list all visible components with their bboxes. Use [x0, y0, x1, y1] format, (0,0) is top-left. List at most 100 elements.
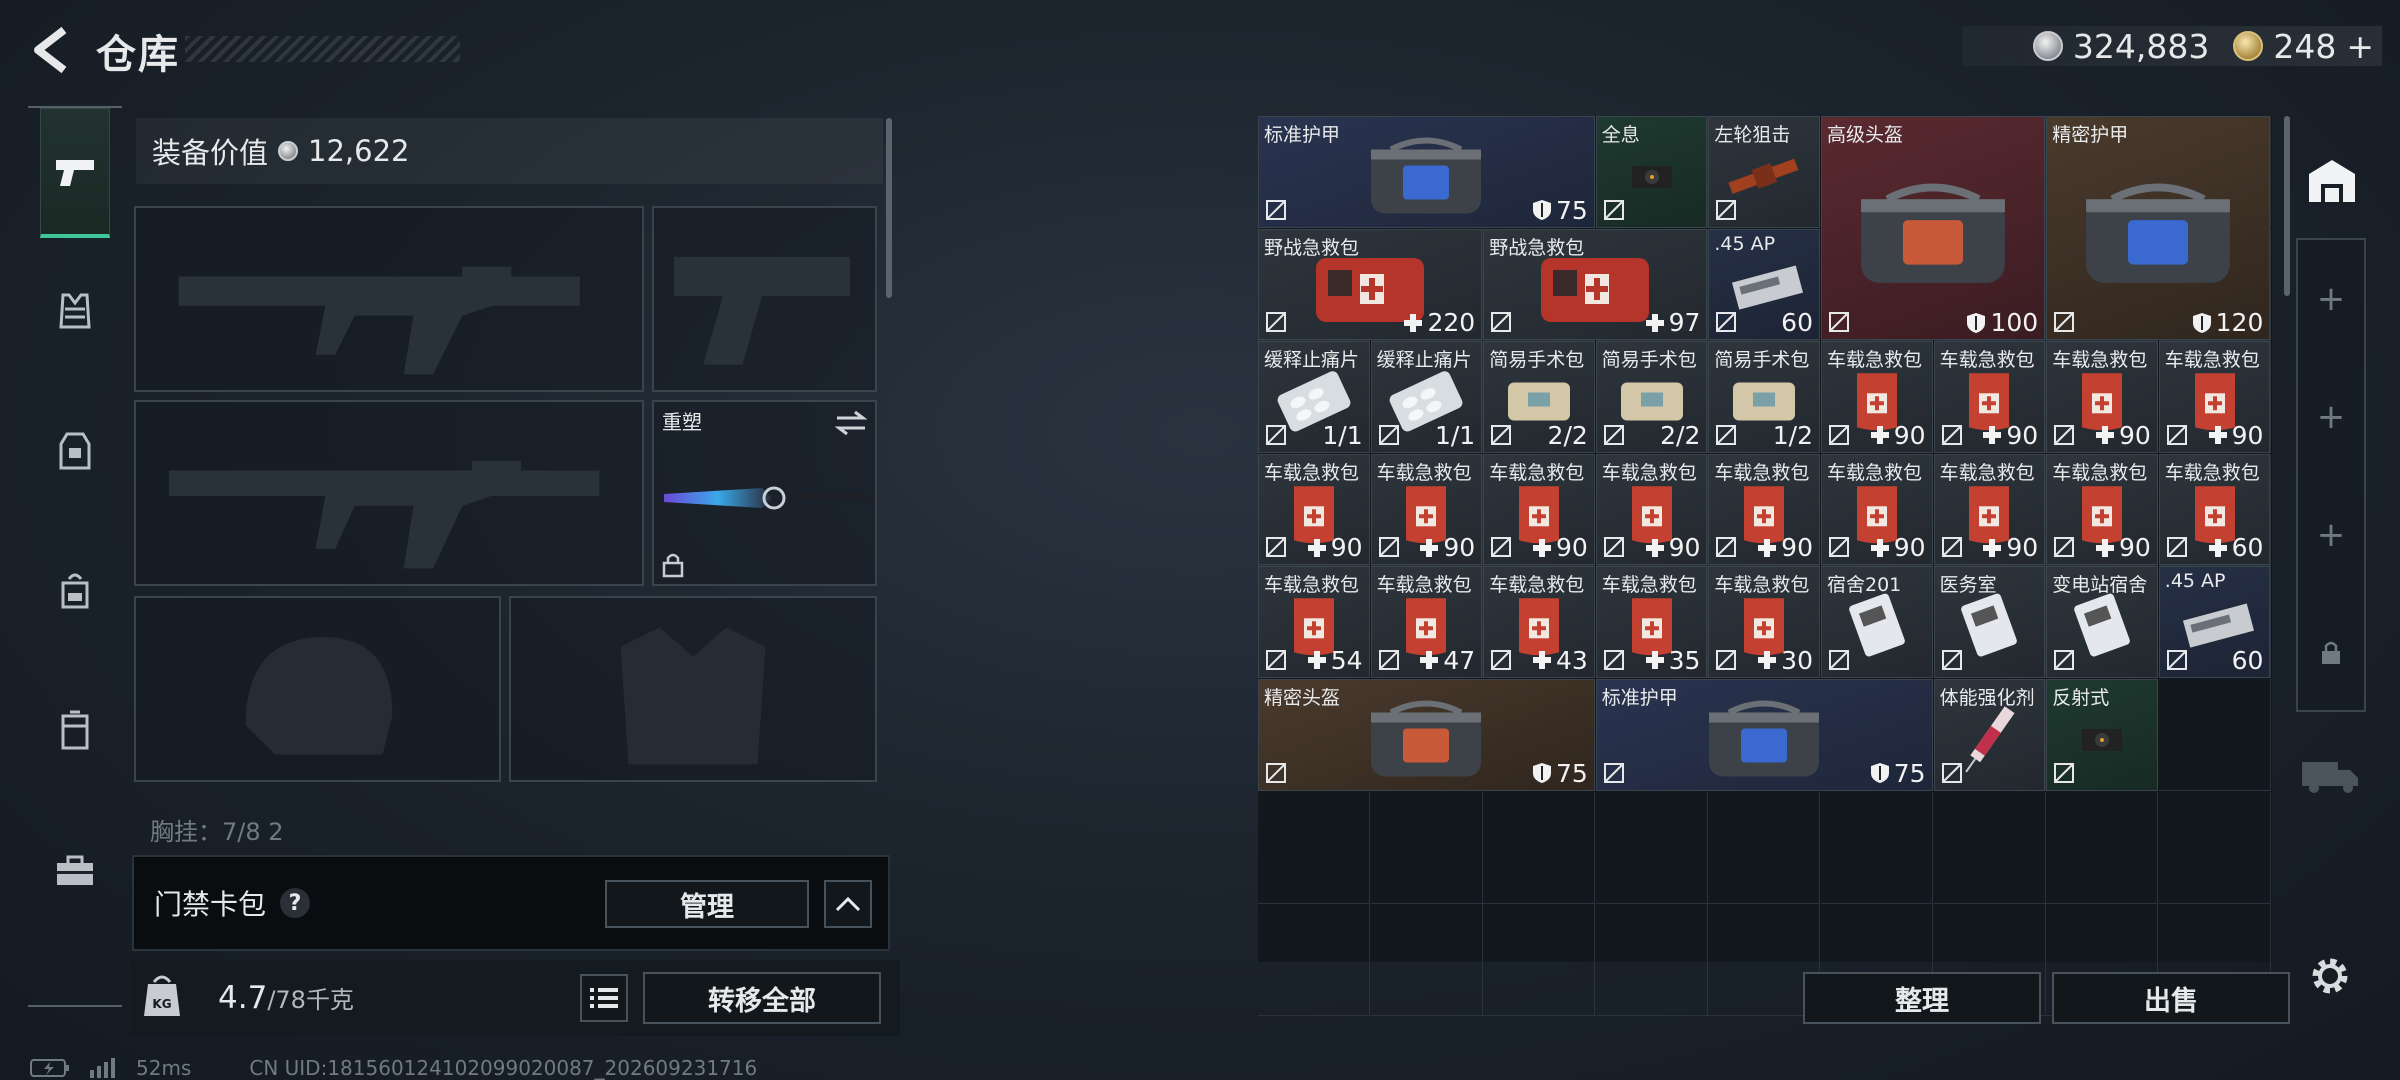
inventory-item[interactable]: 变电站宿舍 [2046, 566, 2158, 678]
grid-cell[interactable] [1933, 791, 2046, 904]
help-icon[interactable]: ? [280, 888, 311, 918]
inventory-item[interactable]: 车载急救包 90 [2046, 453, 2158, 566]
storage-home-button[interactable] [2296, 136, 2368, 226]
marked-flag-icon [1490, 536, 1512, 558]
inventory-item[interactable]: 左轮狙击 [1708, 116, 1820, 228]
grid-cell[interactable] [2046, 791, 2159, 904]
inventory-item[interactable]: 车载急救包 90 [1258, 453, 1370, 566]
inventory-item[interactable]: 车载急救包 90 [1708, 453, 1820, 566]
swap-icon[interactable] [835, 410, 867, 436]
inventory-item[interactable]: 车载急救包 43 [1483, 566, 1595, 678]
grid-cell[interactable] [1595, 904, 1708, 1017]
grid-cell[interactable] [1258, 791, 1370, 904]
add-storage-slot[interactable]: + [2298, 476, 2364, 594]
body-armor-slot[interactable] [509, 596, 877, 782]
item-value: 43 [1555, 645, 1588, 675]
warehouse-grid[interactable]: 标准护甲 75 全息 左轮狙击 高级头盔 100 精密护甲 120 野战急救包 220 野战急救包 9… [1258, 116, 2272, 1017]
grid-cell[interactable] [1821, 791, 1933, 904]
inventory-item[interactable]: 车载急救包 90 [2046, 341, 2158, 453]
inventory-item[interactable]: 标准护甲 75 [1595, 679, 1933, 791]
warehouse-scrollbar[interactable] [2284, 116, 2290, 296]
inventory-item[interactable]: 车载急救包 90 [1933, 453, 2046, 566]
list-view-button[interactable] [580, 974, 628, 1022]
rail-item-weapons[interactable] [40, 108, 110, 238]
inventory-item[interactable]: 缓释止痛片 1/1 [1258, 341, 1370, 453]
inventory-item[interactable]: 标准护甲 75 [1258, 116, 1595, 228]
inventory-item[interactable]: 医务室 [1933, 566, 2046, 678]
back-button[interactable] [28, 24, 72, 76]
sidearm-slot[interactable] [652, 206, 877, 392]
item-value: 54 [1330, 645, 1363, 675]
marked-flag-icon [1265, 311, 1287, 333]
rail-item-toolbox[interactable] [40, 806, 110, 936]
add-storage-slot[interactable]: + [2298, 358, 2364, 476]
transfer-all-button[interactable]: 转移全部 [643, 972, 881, 1024]
grid-cell[interactable] [2158, 791, 2271, 904]
grid-cell[interactable] [1595, 791, 1708, 904]
grid-cell[interactable] [1258, 904, 1370, 1017]
add-storage-slot[interactable]: + [2298, 240, 2364, 358]
inventory-item[interactable]: .45 AP 60 [1708, 228, 1820, 341]
keycard-icon [2074, 593, 2130, 657]
inventory-item[interactable]: 体能强化剂 [1933, 679, 2046, 791]
inventory-item[interactable]: 车载急救包 47 [1370, 566, 1483, 678]
item-value: 60 [2231, 645, 2264, 675]
marked-flag-icon [1603, 536, 1625, 558]
grid-cell[interactable] [1370, 791, 1483, 904]
inventory-item[interactable]: 车载急救包 90 [1370, 453, 1483, 566]
inventory-item[interactable]: 宿舍201 [1821, 566, 1933, 678]
sight-icon [1631, 165, 1672, 188]
inventory-item[interactable]: 车载急救包 90 [1933, 341, 2046, 453]
inventory-item[interactable]: 车载急救包 90 [1595, 453, 1708, 566]
locked-storage-slot[interactable] [2298, 594, 2364, 712]
inventory-item[interactable]: 车载急救包 60 [2158, 453, 2271, 566]
inventory-item[interactable]: 精密头盔 75 [1258, 679, 1595, 791]
inventory-item[interactable]: 简易手术包 2/2 [1483, 341, 1595, 453]
add-gold-button[interactable]: + [2346, 27, 2374, 66]
medkit-icon [1541, 258, 1650, 323]
helmet-slot[interactable] [134, 596, 501, 782]
inventory-item[interactable]: 精密护甲 120 [2046, 116, 2271, 341]
grid-cell[interactable] [2158, 679, 2271, 791]
inventory-item[interactable]: 车载急救包 90 [1821, 341, 1933, 453]
rail-item-pouch[interactable] [40, 666, 110, 796]
grid-cell[interactable] [1370, 904, 1483, 1017]
grid-cell[interactable] [1708, 791, 1821, 904]
inventory-item[interactable]: 车载急救包 90 [1483, 453, 1595, 566]
inventory-item[interactable]: 反射式 [2046, 679, 2158, 791]
secondary-weapon-slot[interactable] [134, 400, 644, 586]
settings-button[interactable] [2306, 952, 2354, 1000]
inventory-item[interactable]: 车载急救包 90 [2158, 341, 2271, 453]
rail-item-vest[interactable] [40, 246, 110, 376]
inventory-item[interactable]: 全息 [1595, 116, 1708, 228]
item-name: 车载急救包 [1264, 461, 1360, 484]
item-name: 体能强化剂 [1939, 687, 2035, 709]
inventory-item[interactable]: 野战急救包 97 [1483, 228, 1708, 341]
sort-button[interactable]: 整理 [1803, 972, 2041, 1024]
inventory-item[interactable]: 车载急救包 35 [1595, 566, 1708, 678]
collapse-button[interactable] [824, 880, 872, 928]
inventory-item[interactable]: .45 AP 60 [2158, 566, 2271, 678]
inventory-item[interactable]: 简易手术包 1/2 [1708, 341, 1820, 453]
vehicle-storage-button[interactable] [2300, 752, 2360, 796]
sell-button[interactable]: 出售 [2052, 972, 2290, 1024]
inventory-item[interactable]: 缓释止痛片 1/1 [1370, 341, 1483, 453]
inventory-item[interactable]: 车载急救包 54 [1258, 566, 1370, 678]
inventory-item[interactable]: 简易手术包 2/2 [1595, 341, 1708, 453]
inventory-item[interactable]: 高级头盔 100 [1821, 116, 2046, 341]
marked-flag-icon [1715, 199, 1737, 221]
melee-slot[interactable]: 重塑 [652, 400, 877, 586]
loadout-scrollbar[interactable] [886, 118, 892, 298]
gear-bag-icon [1371, 700, 1482, 777]
inventory-item[interactable]: 车载急救包 90 [1821, 453, 1933, 566]
extra-storage-slots: + + + [2296, 238, 2366, 712]
primary-weapon-slot[interactable] [134, 206, 644, 392]
grid-cell[interactable] [1483, 791, 1596, 904]
inventory-item[interactable]: 车载急救包 30 [1708, 566, 1820, 678]
grid-cell[interactable] [1483, 904, 1596, 1017]
durability-plus-icon [1307, 538, 1326, 557]
rail-item-armor[interactable] [40, 386, 110, 516]
rail-item-backpack[interactable] [40, 526, 110, 656]
manage-button[interactable]: 管理 [605, 880, 809, 928]
inventory-item[interactable]: 野战急救包 220 [1258, 228, 1483, 341]
